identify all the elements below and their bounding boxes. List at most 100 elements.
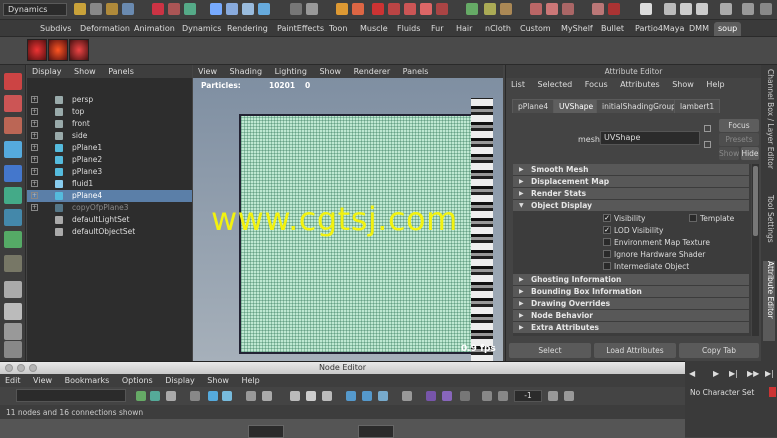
shelf-tab-deformation[interactable]: Deformation [76,22,134,36]
section-displacement-map[interactable]: ▶ Displacement Map [513,176,749,187]
ae-menu-attributes[interactable]: Attributes [615,78,665,92]
select-object-icon[interactable] [168,3,180,15]
node-color2-icon[interactable] [442,391,452,401]
outliner-item[interactable]: + pPlane1 [27,142,192,154]
layout-single-icon[interactable] [4,281,22,298]
attr-editor-toggle-icon[interactable] [664,3,676,15]
outliner-item[interactable]: + side [27,130,192,142]
node-search-input[interactable] [16,389,126,402]
end-icon[interactable]: ▶| [765,369,774,378]
simple-mode-icon[interactable] [322,391,332,401]
ne-menu-options[interactable]: Options [117,374,158,387]
shelf-fire2-icon[interactable] [48,39,68,61]
node-editor-canvas[interactable] [0,419,685,438]
section-object-display[interactable]: ▼ Object Display [513,200,749,211]
outliner-item[interactable]: + fluid1 [27,178,192,190]
ae-menu-list[interactable]: List [506,78,530,92]
outliner-menu-panels[interactable]: Panels [103,65,139,78]
tool3-icon[interactable] [562,3,574,15]
show-attrs-icon[interactable] [306,391,316,401]
viewport-menu-shading[interactable]: Shading [225,65,268,78]
layout3-icon[interactable] [760,3,772,15]
folder-icon[interactable] [74,3,86,15]
viewport-menu-show[interactable]: Show [314,65,346,78]
arrow-left-icon[interactable] [346,391,356,401]
opacity-field[interactable]: -1 [514,390,542,402]
new-scene-icon[interactable] [90,3,102,15]
pin-icon[interactable] [460,391,470,401]
minimize-window-icon[interactable] [17,364,25,372]
layout-four-icon[interactable] [4,303,22,320]
hypershade-icon[interactable] [388,3,400,15]
layout-persp-outliner-icon[interactable] [4,323,22,340]
layout2-icon[interactable] [742,3,754,15]
save-scene-icon[interactable] [122,3,134,15]
vtab-channel-box[interactable]: Channel Box / Layer Editor [763,69,775,189]
scale-tool-icon[interactable] [4,187,22,204]
outliner-item[interactable]: + pPlane3 [27,166,192,178]
remove-selected-icon[interactable] [222,391,232,401]
section-drawing-overrides[interactable]: ▶ Drawing Overrides [513,298,749,309]
graph-node[interactable] [358,425,394,438]
section-ghosting-information[interactable]: ▶ Ghosting Information [513,274,749,285]
soft-mod-tool-icon[interactable] [4,231,22,248]
outliner-item[interactable]: defaultObjectSet [27,226,192,238]
expand-icon[interactable]: + [31,156,38,163]
outliner-menu-display[interactable]: Display [27,65,67,78]
section-render-stats[interactable]: ▶ Render Stats [513,188,749,199]
expand-icon[interactable]: + [31,168,38,175]
close-window-icon[interactable] [5,364,13,372]
tool5-icon[interactable] [608,3,620,15]
viewport-canvas[interactable]: Particles: 10201 0 www.cgtsj.com 0.9 fps [193,78,503,362]
viewport-menu-panels[interactable]: Panels [398,65,434,78]
open-scene-icon[interactable] [106,3,118,15]
swatch-icon[interactable] [378,391,388,401]
render-frame-icon[interactable] [336,3,348,15]
outliner-menu-show[interactable]: Show [69,65,101,78]
minus-icon[interactable] [564,391,574,401]
snap-plane-icon[interactable] [258,3,270,15]
select-hierarchy-icon[interactable] [152,3,164,15]
snap-grid-ne-icon[interactable] [290,391,300,401]
shelf-tab-soup[interactable]: soup [714,22,742,36]
shelf-tab-dynamics[interactable]: Dynamics [178,22,225,36]
shelf-tab-ncloth[interactable]: nCloth [481,22,515,36]
character-set-dropdown[interactable]: No Character Set [690,388,754,397]
shelf-tab-myshelf[interactable]: MyShelf [557,22,597,36]
ignore-hw-shader-checkbox[interactable] [603,250,611,258]
toggle2-icon[interactable] [498,391,508,401]
shelf-tab-hair[interactable]: Hair [452,22,476,36]
graph-input-output-icon[interactable] [136,391,146,401]
ipr-render-icon[interactable] [352,3,364,15]
select-component-icon[interactable] [184,3,196,15]
template-checkbox[interactable] [689,214,697,222]
shelf-fire3-icon[interactable] [69,39,89,61]
shelf-tab-fluids[interactable]: Fluids [393,22,424,36]
expand-icon[interactable]: + [31,108,38,115]
tool2-icon[interactable] [546,3,558,15]
input-connection-icon[interactable] [704,125,711,132]
layout-graph-icon[interactable] [4,341,22,358]
auto-key-icon[interactable] [769,387,776,397]
shelf-tab-custom[interactable]: Custom [516,22,555,36]
next-key-icon[interactable]: ▶▶ [747,369,759,378]
ae-tab-lambert1[interactable]: lambert1 [674,99,721,113]
lod-visibility-checkbox[interactable]: ✓ [603,226,611,234]
paint-select-tool-icon[interactable] [4,117,22,134]
expand-icon[interactable]: + [31,144,38,151]
ae-menu-help[interactable]: Help [701,78,729,92]
frame-all-icon[interactable] [166,391,176,401]
rotate-tool-icon[interactable] [4,165,22,182]
attribute-scrollbar[interactable] [752,164,759,336]
manipulator-tool-icon[interactable] [4,209,22,226]
tool-icon[interactable] [530,3,542,15]
shelf-fire-icon[interactable] [27,39,47,61]
ae-menu-focus[interactable]: Focus [580,78,613,92]
play-forward-icon[interactable]: ▶ [713,369,719,378]
graph-connections-icon[interactable] [150,391,160,401]
show-button[interactable]: Show [719,147,739,160]
viewport-menu-lighting[interactable]: Lighting [270,65,312,78]
show-manip-icon[interactable] [4,255,22,272]
ae-menu-show[interactable]: Show [667,78,699,92]
expand-icon[interactable]: + [31,96,38,103]
